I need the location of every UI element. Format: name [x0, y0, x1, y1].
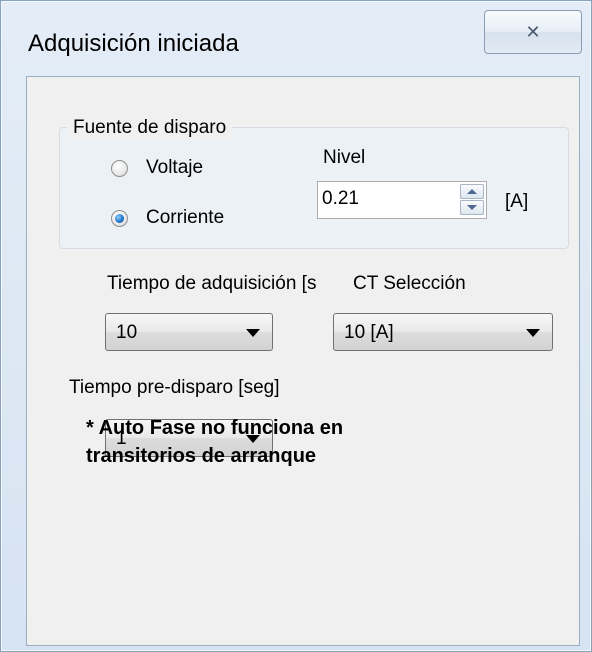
- auto-phase-note: * Auto Fase no funciona en transitorios …: [86, 414, 446, 470]
- level-input[interactable]: 0.21: [322, 188, 359, 210]
- radio-selected-dot: [115, 213, 124, 223]
- radio-voltaje[interactable]: Voltaje: [111, 157, 203, 179]
- level-spin-arrows: [460, 184, 484, 216]
- close-button[interactable]: ✕: [484, 10, 582, 54]
- trigger-source-legend: Fuente de disparo: [67, 117, 233, 139]
- ct-selection-select[interactable]: 10 [A]: [333, 313, 553, 351]
- radio-corriente[interactable]: Corriente: [111, 207, 224, 229]
- spin-down-button[interactable]: [460, 200, 484, 215]
- arrow-down-icon: [467, 205, 477, 210]
- ct-selection-value: 10 [A]: [344, 322, 394, 343]
- note-line-1: * Auto Fase no funciona en: [86, 417, 344, 439]
- arrow-up-icon: [467, 189, 477, 194]
- level-spinbox[interactable]: 0.21: [317, 181, 487, 219]
- acquisition-time-select[interactable]: 10: [105, 313, 273, 351]
- chevron-down-icon: [246, 329, 260, 337]
- radio-corriente-circle[interactable]: [111, 209, 128, 227]
- radio-voltaje-circle[interactable]: [111, 159, 128, 177]
- radio-corriente-label: Corriente: [146, 207, 225, 228]
- acquisition-time-label: Tiempo de adquisición [s: [107, 273, 317, 294]
- dialog-window: Adquisición iniciada ✕ Fuente de disparo…: [0, 0, 592, 652]
- trigger-source-group: [59, 127, 569, 249]
- close-icon: ✕: [525, 21, 541, 42]
- acquisition-time-value: 10: [116, 322, 138, 343]
- level-label: Nivel: [323, 147, 366, 168]
- spin-up-button[interactable]: [460, 184, 484, 199]
- radio-voltaje-label: Voltaje: [146, 157, 204, 178]
- pretrigger-time-label: Tiempo pre-disparo [seg]: [69, 377, 280, 398]
- level-unit: [A]: [505, 191, 529, 212]
- ct-selection-label: CT Selección: [353, 273, 466, 294]
- note-line-2: transitorios de arranque: [86, 445, 317, 467]
- window-title: Adquisición iniciada: [28, 30, 239, 57]
- window-frame: Adquisición iniciada ✕ Fuente de disparo…: [1, 1, 591, 651]
- chevron-down-icon: [526, 329, 540, 337]
- dialog-client-area: Fuente de disparo Voltaje Corriente Nive…: [26, 76, 580, 646]
